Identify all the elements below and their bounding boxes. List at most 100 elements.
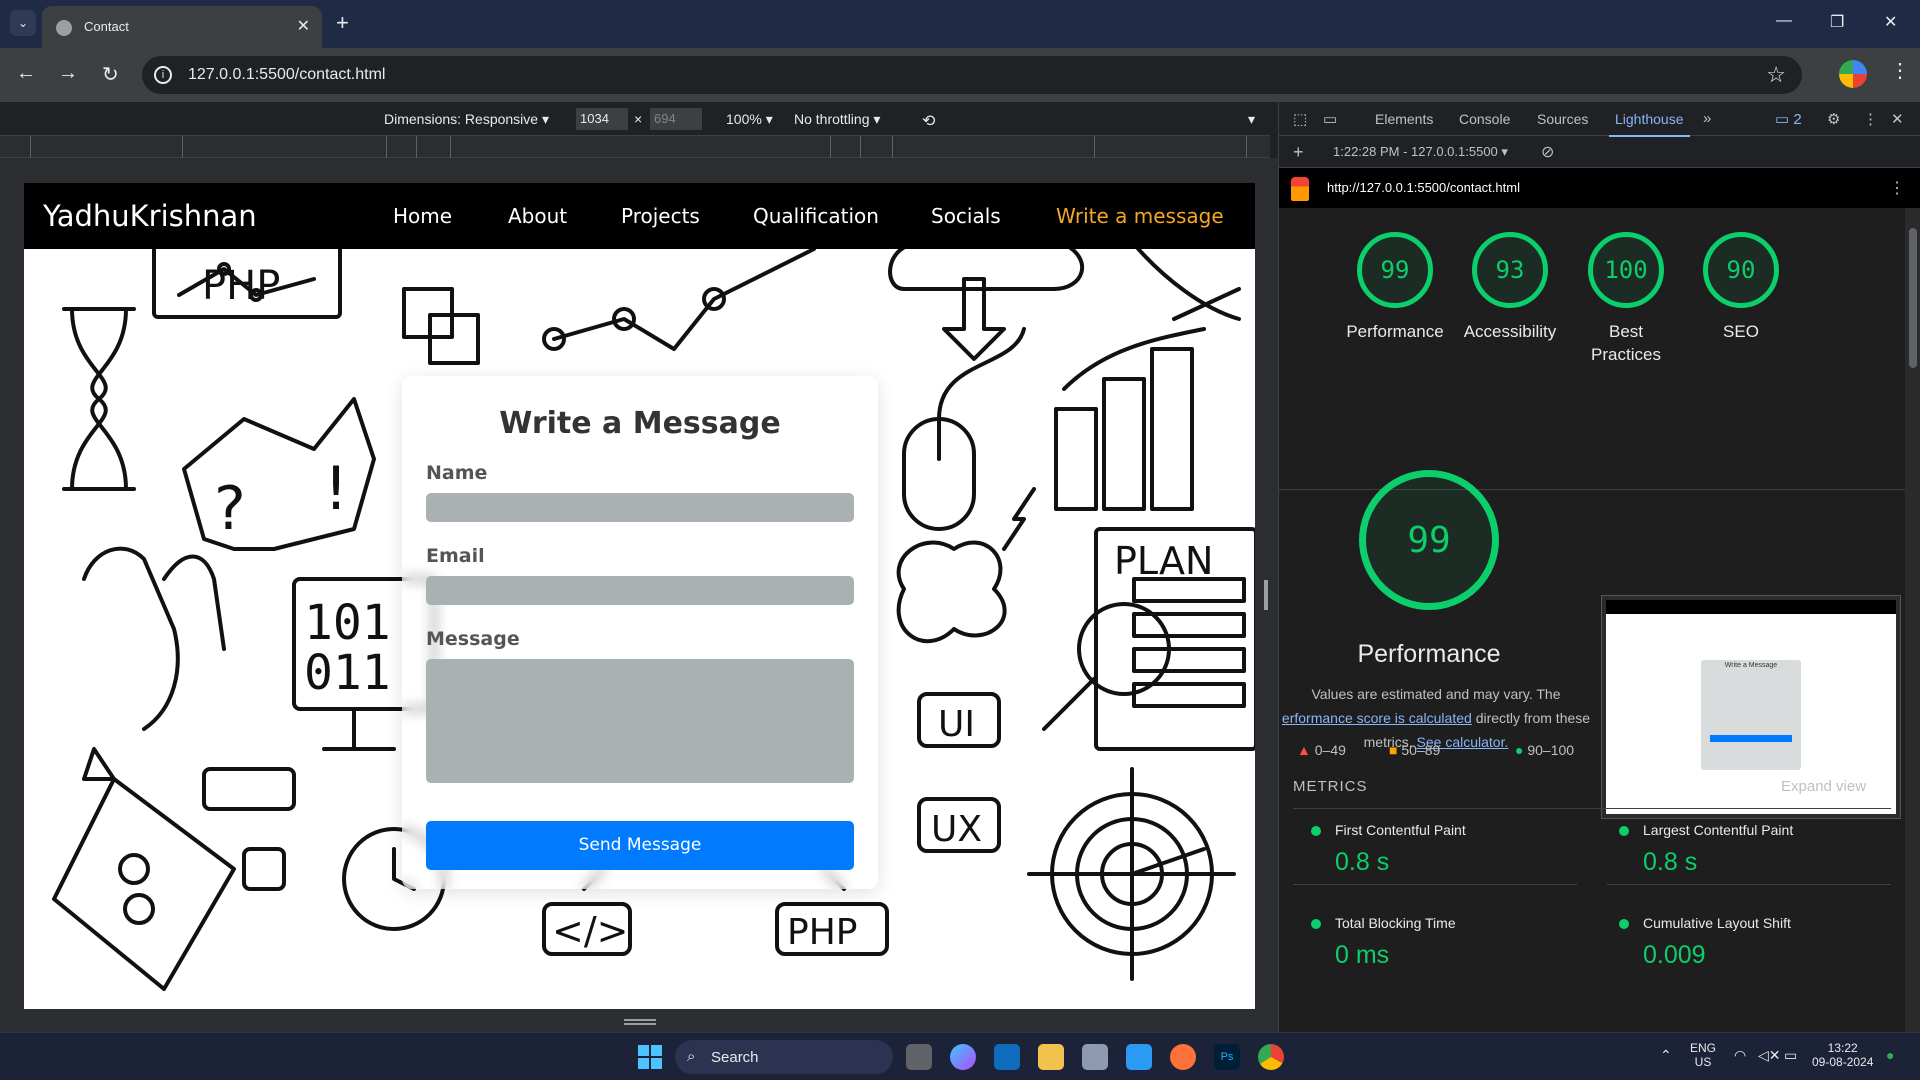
throttling-dropdown[interactable]: No throttling ▾	[794, 111, 880, 128]
more-tabs-icon[interactable]: »	[1703, 110, 1711, 127]
gauge-label: Best Practices	[1591, 322, 1661, 364]
height-input[interactable]: 694	[650, 108, 702, 130]
url-text[interactable]: 127.0.0.1:5500/contact.html	[188, 66, 385, 84]
metric-value: 0 ms	[1335, 941, 1390, 969]
chrome-icon[interactable]	[1258, 1044, 1284, 1070]
taskbar-search[interactable]: ⌕ Search	[675, 1040, 893, 1074]
back-icon[interactable]: ←	[16, 62, 36, 85]
metric-name: Largest Contentful Paint	[1643, 822, 1794, 838]
metric-name: Total Blocking Time	[1335, 915, 1456, 931]
metric-value: 0.009	[1643, 941, 1706, 969]
devtools-close-icon[interactable]: ✕	[1891, 110, 1904, 128]
name-label: Name	[426, 462, 488, 484]
pass-dot	[1619, 826, 1629, 836]
pass-dot	[1311, 919, 1321, 929]
start-menu-icon[interactable]	[638, 1045, 662, 1069]
gauge-value: 90	[1703, 232, 1779, 308]
browser-tab[interactable]: Contact ✕	[42, 6, 322, 48]
search-icon: ⌕	[687, 1048, 696, 1065]
close-window-icon[interactable]: ✕	[1884, 12, 1897, 32]
store-icon[interactable]	[994, 1044, 1020, 1070]
tab-console[interactable]: Console	[1459, 111, 1510, 127]
devtools-tab-bar: ⬚ ▭ Elements Console Sources Lighthouse …	[1279, 102, 1920, 137]
media-query-ruler[interactable]	[0, 136, 1270, 158]
legend-pass: ● 90–100	[1515, 742, 1575, 758]
viewport-resize-handle-right[interactable]	[1264, 580, 1268, 610]
volume-muted-icon[interactable]: ◁✕	[1758, 1047, 1781, 1064]
legend-fail: ▲ 0–49	[1297, 742, 1346, 758]
restore-icon[interactable]: ❐	[1830, 12, 1844, 32]
wifi-icon[interactable]: ◠	[1734, 1047, 1746, 1064]
tab-elements[interactable]: Elements	[1375, 111, 1433, 127]
email-input[interactable]	[426, 576, 854, 605]
send-message-button[interactable]: Send Message	[426, 821, 854, 870]
gauge-value: 93	[1472, 232, 1548, 308]
battery-icon[interactable]: ▭	[1784, 1047, 1797, 1064]
clock[interactable]: 13:22 09-08-2024	[1812, 1041, 1873, 1069]
photoshop-icon[interactable]: Ps	[1214, 1044, 1240, 1070]
clear-icon[interactable]: ⊘	[1541, 142, 1554, 162]
device-toggle-icon[interactable]: ▭	[1323, 110, 1337, 128]
issues-badge[interactable]: ▭ 2	[1775, 110, 1802, 128]
copilot-icon[interactable]	[950, 1044, 976, 1070]
tray-overflow-icon[interactable]: ⌃	[1660, 1047, 1672, 1064]
site-navbar: YadhuKrishnan Home About Projects Qualif…	[24, 183, 1255, 249]
forward-icon[interactable]: →	[58, 62, 78, 85]
settings-gear-icon[interactable]: ⚙	[1827, 110, 1840, 128]
zoom-dropdown[interactable]: 100% ▾	[726, 111, 773, 128]
notification-bell-icon[interactable]: ●	[1886, 1047, 1894, 1063]
score-accessibility[interactable]: 93 Accessibility	[1450, 232, 1570, 343]
address-bar[interactable]: i 127.0.0.1:5500/contact.html ☆	[142, 56, 1802, 94]
dimensions-dropdown[interactable]: Dimensions: Responsive ▾	[384, 111, 549, 128]
rotate-icon[interactable]: ⟲	[922, 111, 935, 131]
new-report-icon[interactable]: +	[1293, 142, 1304, 163]
message-textarea[interactable]	[426, 659, 854, 783]
tab-sources[interactable]: Sources	[1537, 111, 1588, 127]
inspect-element-icon[interactable]: ⬚	[1293, 110, 1307, 128]
tab-strip: ⌄ Contact ✕ + — ❐ ✕	[0, 0, 1920, 48]
nav-home[interactable]: Home	[393, 204, 452, 228]
firefox-icon[interactable]	[1170, 1044, 1196, 1070]
expand-view-toggle[interactable]: Expand view	[1781, 778, 1866, 795]
reload-icon[interactable]: ↻	[102, 62, 119, 87]
profile-avatar[interactable]	[1839, 60, 1867, 88]
score-best-practices[interactable]: 100 Best Practices	[1566, 232, 1686, 366]
nav-socials[interactable]: Socials	[931, 204, 1001, 228]
report-url[interactable]: http://127.0.0.1:5500/contact.html	[1327, 180, 1520, 195]
score-performance[interactable]: 99 Performance	[1335, 232, 1455, 343]
tab-lighthouse[interactable]: Lighthouse	[1609, 111, 1689, 137]
nav-about[interactable]: About	[508, 204, 567, 228]
report-scrollbar[interactable]	[1905, 208, 1920, 1032]
name-input[interactable]	[426, 493, 854, 522]
bookmark-star-icon[interactable]: ☆	[1766, 62, 1786, 88]
score-seo[interactable]: 90 SEO	[1681, 232, 1801, 343]
nav-projects[interactable]: Projects	[621, 204, 700, 228]
tab-search-button[interactable]: ⌄	[10, 10, 36, 36]
app-icon[interactable]	[1082, 1044, 1108, 1070]
file-explorer-icon[interactable]	[1038, 1044, 1064, 1070]
site-info-icon[interactable]: i	[154, 66, 172, 84]
gauge-value: 99	[1357, 232, 1433, 308]
report-select[interactable]: 1:22:28 PM - 127.0.0.1:5500 ▾	[1333, 144, 1508, 160]
devtools-menu-icon[interactable]: ⋮	[1863, 110, 1878, 128]
device-options-icon[interactable]: ▾	[1248, 111, 1255, 128]
language-indicator[interactable]: ENG US	[1690, 1041, 1716, 1069]
nav-qualification[interactable]: Qualification	[753, 204, 879, 228]
task-view-icon[interactable]	[906, 1044, 932, 1070]
gauge-label: Performance	[1346, 322, 1444, 341]
width-input[interactable]: 1034	[576, 108, 628, 130]
viewport-resize-handle-bottom[interactable]	[624, 1019, 656, 1025]
gauge-label: SEO	[1723, 322, 1759, 341]
legend-average: ■ 50–89	[1389, 742, 1441, 758]
new-tab-button[interactable]: +	[336, 10, 349, 36]
report-menu-icon[interactable]: ⋮	[1889, 178, 1905, 198]
score-calculated-link[interactable]: erformance score is calculated	[1282, 710, 1472, 726]
email-label: Email	[426, 545, 485, 567]
tab-close-icon[interactable]: ✕	[297, 16, 310, 36]
minimize-icon[interactable]: —	[1776, 12, 1792, 30]
site-brand[interactable]: YadhuKrishnan	[43, 199, 257, 233]
nav-write-message[interactable]: Write a message	[1056, 204, 1224, 228]
browser-menu-icon[interactable]: ⋮	[1890, 58, 1910, 83]
performance-big-gauge: 99	[1359, 470, 1499, 610]
vscode-icon[interactable]	[1126, 1044, 1152, 1070]
